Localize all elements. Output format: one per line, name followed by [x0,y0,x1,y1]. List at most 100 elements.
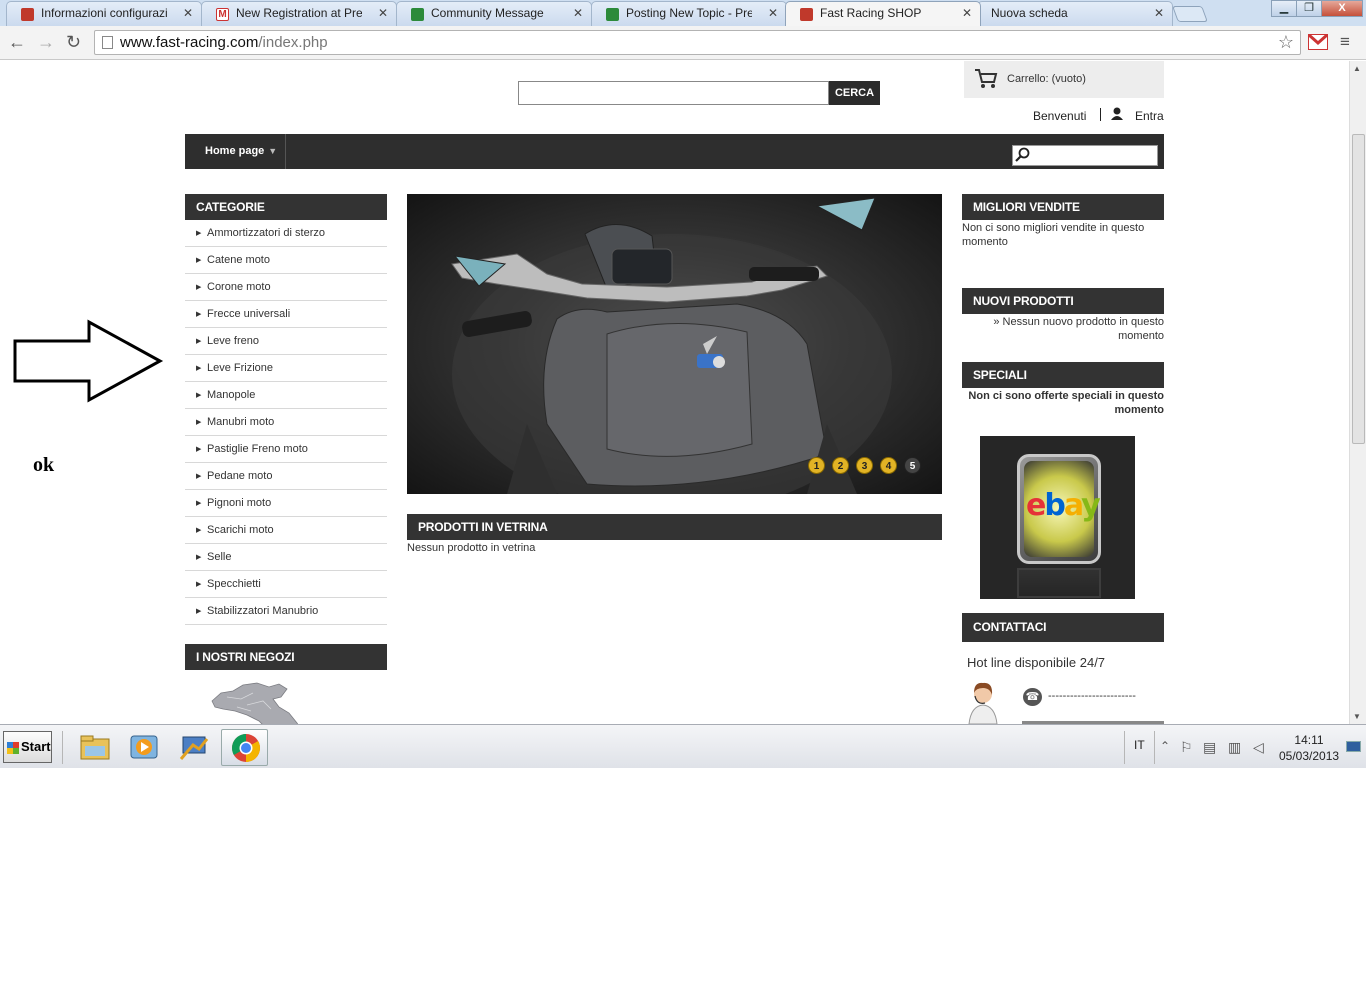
categories-list: ▶ Ammortizzatori di sterzo ▶ Catene moto ▶… [185,220,387,625]
bestsellers-title: MIGLIORI VENDITE [962,194,1164,220]
homepage-slider[interactable] [407,194,942,494]
italy-map-image[interactable] [207,679,305,724]
web-page: CERCA Carrello: (vuoto) Benvenuti Entra … [0,61,1349,724]
category-item[interactable]: ▶ Corone moto [185,274,387,301]
cart-block[interactable]: Carrello: (vuoto) [964,61,1164,98]
show-hidden-icons-icon[interactable]: ⌃ [1160,739,1170,753]
login-link[interactable]: Entra [1135,109,1164,123]
hotline-text: Hot line disponibile 24/7 [967,655,1106,670]
category-item[interactable]: ▶ Selle [185,544,387,571]
volume-icon[interactable]: ◁ [1253,739,1264,756]
category-item[interactable]: ▶ Frecce universali [185,301,387,328]
menu-wrench-icon[interactable]: ≡ [1340,32,1350,52]
category-item[interactable]: ▶ Catene moto [185,247,387,274]
category-item[interactable]: ▶ Leve freno [185,328,387,355]
slider-page-3[interactable]: 3 [856,457,873,474]
tab-posting-new-topic[interactable]: Posting New Topic - Prest ✕ [591,1,787,26]
close-tab-icon[interactable]: ✕ [378,2,388,25]
windows-taskbar: Start IT ⌃ ⚐ ▤ ▥ ◁ 14:11 05/03/2013 [0,724,1366,768]
slider-page-5[interactable]: 5 [904,457,921,474]
slider-page-4[interactable]: 4 [880,457,897,474]
chrome-taskbar-button[interactable] [221,729,268,766]
category-item[interactable]: ▶ Pastiglie Freno moto [185,436,387,463]
category-item[interactable]: ▶ Stabilizzatori Manubrio [185,598,387,625]
triangle-right-icon: ▶ [196,230,202,237]
scroll-down-arrow-icon[interactable]: ▼ [1353,712,1361,721]
tab-community-message[interactable]: Community Message ✕ [396,1,592,26]
divider [1100,108,1101,121]
bookmark-star-icon[interactable]: ☆ [1278,31,1294,54]
triangle-right-icon: ▶ [196,446,202,453]
triangle-right-icon: ▶ [196,338,202,345]
triangle-right-icon: ▶ [196,365,202,372]
ebay-banner[interactable]: ebay [980,436,1135,599]
close-tab-icon[interactable]: ✕ [573,2,583,25]
user-icon [1110,107,1124,123]
phone-number: ------------------------ [1048,690,1136,702]
menu-search-input[interactable] [1012,145,1158,166]
divider [1124,731,1125,764]
category-item[interactable]: ▶ Manubri moto [185,409,387,436]
scrollbar-thumb[interactable] [1352,134,1365,444]
chrome-icon [232,734,260,762]
show-desktop-button[interactable] [1346,741,1361,752]
network-icon[interactable]: ▥ [1228,739,1241,756]
close-tab-icon[interactable]: ✕ [768,2,778,25]
cart-icon [974,67,998,95]
bestsellers-text: Non ci sono migliori vendite in questo m… [962,222,1145,248]
language-indicator[interactable]: IT [1134,738,1145,752]
category-item[interactable]: ▶ Leve Frizione [185,355,387,382]
maximize-button[interactable]: ❐ [1296,0,1322,17]
menu-home-page[interactable]: Home page ▼ [185,134,286,169]
back-arrow-icon[interactable]: ← [8,32,26,52]
gmail-icon[interactable] [1308,34,1328,50]
divider [1154,731,1155,764]
scroll-up-arrow-icon[interactable]: ▲ [1353,64,1361,73]
minimize-button[interactable]: ▁ [1271,0,1297,17]
start-button[interactable]: Start [3,731,52,763]
vertical-scrollbar[interactable]: ▲ ▼ [1349,61,1366,724]
category-item[interactable]: ▶ Specchietti [185,571,387,598]
gmail-icon: M [216,8,229,21]
system-clock[interactable]: 14:11 05/03/2013 [1279,732,1339,764]
tab-nuova-scheda[interactable]: Nuova scheda ✕ [977,1,1173,26]
category-item[interactable]: ▶ Pignoni moto [185,490,387,517]
prestashop-forum-favicon-icon [606,8,619,21]
action-center-flag-icon[interactable]: ⚐ [1180,739,1193,756]
url-domain: www.fast-racing.com [120,34,259,51]
tab-new-registration[interactable]: M New Registration at Presta ✕ [201,1,397,26]
forward-arrow-icon[interactable]: → [37,32,55,52]
search-input[interactable] [518,81,829,105]
slider-page-1[interactable]: 1 [808,457,825,474]
media-player-icon[interactable] [129,733,159,761]
category-item[interactable]: ▶ Pedane moto [185,463,387,490]
tab-fast-racing-shop[interactable]: Fast Racing SHOP ✕ [785,1,981,26]
magnifier-icon [1015,147,1031,165]
address-bar[interactable]: www.fast-racing.com/index.php ☆ [94,30,1301,55]
slider-page-2[interactable]: 2 [832,457,849,474]
caret-down-icon: ▼ [268,146,278,156]
close-tab-icon[interactable]: ✕ [1154,2,1164,25]
motorcycle-image [451,197,892,494]
close-tab-icon[interactable]: ✕ [183,2,193,25]
new-tab-button[interactable] [1172,6,1208,22]
category-item[interactable]: ▶ Ammortizzatori di sterzo [185,220,387,247]
search-button[interactable]: CERCA [829,81,880,105]
close-tab-icon[interactable]: ✕ [962,2,972,25]
triangle-right-icon: ▶ [196,284,202,291]
triangle-right-icon: ▶ [196,581,202,588]
specials-title: SPECIALI [962,362,1164,388]
triangle-right-icon: ▶ [196,500,202,507]
contact-title: CONTATTACI [962,613,1164,642]
close-window-button[interactable]: X [1321,0,1363,17]
category-item[interactable]: ▶ Scarichi moto [185,517,387,544]
windows-logo-icon [7,742,19,754]
file-explorer-icon[interactable] [80,733,110,761]
clock-time: 14:11 [1294,733,1324,747]
category-item[interactable]: ▶ Manopole [185,382,387,409]
tab-informazioni[interactable]: Informazioni configurazio ✕ [6,1,202,26]
reload-icon[interactable]: ↻ [66,32,81,52]
remote-desktop-icon[interactable] [179,733,209,761]
power-icon[interactable]: ▤ [1203,739,1216,756]
triangle-right-icon: ▶ [196,257,202,264]
